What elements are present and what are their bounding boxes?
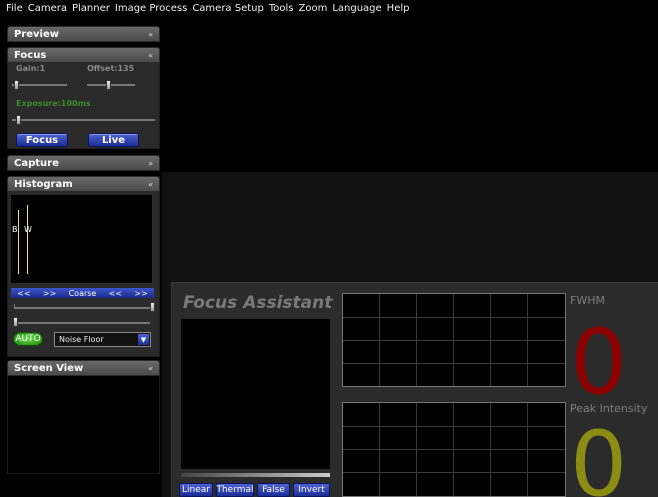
gain-slider-track[interactable] xyxy=(12,84,67,86)
histogram-slider-thumb-1[interactable] xyxy=(150,302,155,312)
preview-panel-header[interactable]: Preview » xyxy=(7,26,160,42)
histogram-plot[interactable]: B W xyxy=(11,195,152,283)
shift-left-button[interactable]: << xyxy=(17,289,30,298)
expand-chevron-icon[interactable]: » xyxy=(148,30,153,39)
screen-view-canvas[interactable] xyxy=(7,376,160,474)
preview-panel-title: Preview xyxy=(14,28,60,40)
menu-bar: File Camera Planner Image Process Camera… xyxy=(0,0,658,16)
false-color-button[interactable]: False xyxy=(257,483,290,497)
capture-panel-header[interactable]: Capture » xyxy=(7,155,160,171)
exposure-slider-thumb[interactable] xyxy=(16,115,21,125)
shift-right-button[interactable]: >> xyxy=(43,289,56,298)
menu-image-process[interactable]: Image Process xyxy=(115,3,187,14)
menu-planner[interactable]: Planner xyxy=(72,3,110,14)
black-point-line[interactable] xyxy=(18,210,19,274)
fwhm-value: 0 xyxy=(570,310,628,415)
invert-button[interactable]: Invert xyxy=(293,483,330,497)
expand-chevron-icon[interactable]: » xyxy=(148,159,153,168)
thermal-button[interactable]: Thermal xyxy=(216,483,254,497)
screen-view-panel-title: Screen View xyxy=(14,362,84,374)
offset-label: Offset:135 xyxy=(87,64,135,73)
coarse-label[interactable]: Coarse xyxy=(69,289,97,298)
menu-file[interactable]: File xyxy=(6,3,23,14)
focus-progress-bar xyxy=(181,473,330,477)
menu-tools[interactable]: Tools xyxy=(269,3,294,14)
histogram-slider-track-1[interactable] xyxy=(14,307,150,309)
focus-panel-header[interactable]: Focus « xyxy=(7,47,160,63)
sidebar: Preview » Focus « Gain:1 Offset:135 Expo… xyxy=(7,18,160,497)
focus-panel-body: Gain:1 Offset:135 Exposure:100ms Focus L… xyxy=(7,63,160,149)
histogram-slider-track-2[interactable] xyxy=(14,322,150,324)
focus-assistant-title: Focus Assistant xyxy=(183,293,333,313)
offset-slider-thumb[interactable] xyxy=(106,80,111,90)
screen-view-panel-header[interactable]: Screen View « xyxy=(7,360,160,376)
exposure-slider-track[interactable] xyxy=(12,119,155,121)
focus-button[interactable]: Focus xyxy=(16,133,68,147)
menu-camera-setup[interactable]: Camera Setup xyxy=(192,3,264,14)
focus-star-image[interactable] xyxy=(181,319,330,469)
menu-camera[interactable]: Camera xyxy=(28,3,67,14)
main-image-area[interactable] xyxy=(162,18,658,172)
menu-language[interactable]: Language xyxy=(332,3,381,14)
histogram-panel-body: B W << >> Coarse << >> AUTO Noise Floor … xyxy=(7,192,160,357)
collapse-chevron-icon[interactable]: « xyxy=(148,51,153,60)
dropdown-arrow-icon[interactable]: ▼ xyxy=(138,334,149,345)
capture-panel-title: Capture xyxy=(14,157,59,169)
histogram-slider-thumb-2[interactable] xyxy=(13,317,18,327)
stretch-left-button[interactable]: << xyxy=(109,289,122,298)
fwhm-label: FWHM xyxy=(570,294,605,307)
offset-slider-track[interactable] xyxy=(87,84,135,86)
focus-panel-title: Focus xyxy=(14,49,47,61)
auto-button[interactable]: AUTO xyxy=(13,332,43,346)
histogram-panel-header[interactable]: Histogram « xyxy=(7,176,160,192)
peak-intensity-value: 0 xyxy=(570,412,628,497)
histogram-nav-bar: << >> Coarse << >> xyxy=(11,288,154,298)
gain-label: Gain:1 xyxy=(16,64,46,73)
linear-button[interactable]: Linear xyxy=(179,483,213,497)
histogram-panel-title: Histogram xyxy=(14,178,73,190)
noise-floor-value: Noise Floor xyxy=(59,335,104,344)
fwhm-graph xyxy=(342,293,566,387)
collapse-chevron-icon[interactable]: « xyxy=(148,364,153,373)
white-marker: W xyxy=(24,225,32,234)
exposure-label: Exposure:100ms xyxy=(16,99,91,108)
white-point-line[interactable] xyxy=(27,205,28,274)
live-button[interactable]: Live xyxy=(88,133,139,147)
noise-floor-select[interactable]: Noise Floor ▼ xyxy=(54,332,151,347)
peak-intensity-graph xyxy=(342,402,566,497)
gain-slider-thumb[interactable] xyxy=(14,80,19,90)
collapse-chevron-icon[interactable]: « xyxy=(148,180,153,189)
stretch-right-button[interactable]: >> xyxy=(134,289,147,298)
menu-zoom[interactable]: Zoom xyxy=(298,3,327,14)
black-marker: B xyxy=(12,225,18,234)
menu-help[interactable]: Help xyxy=(387,3,410,14)
